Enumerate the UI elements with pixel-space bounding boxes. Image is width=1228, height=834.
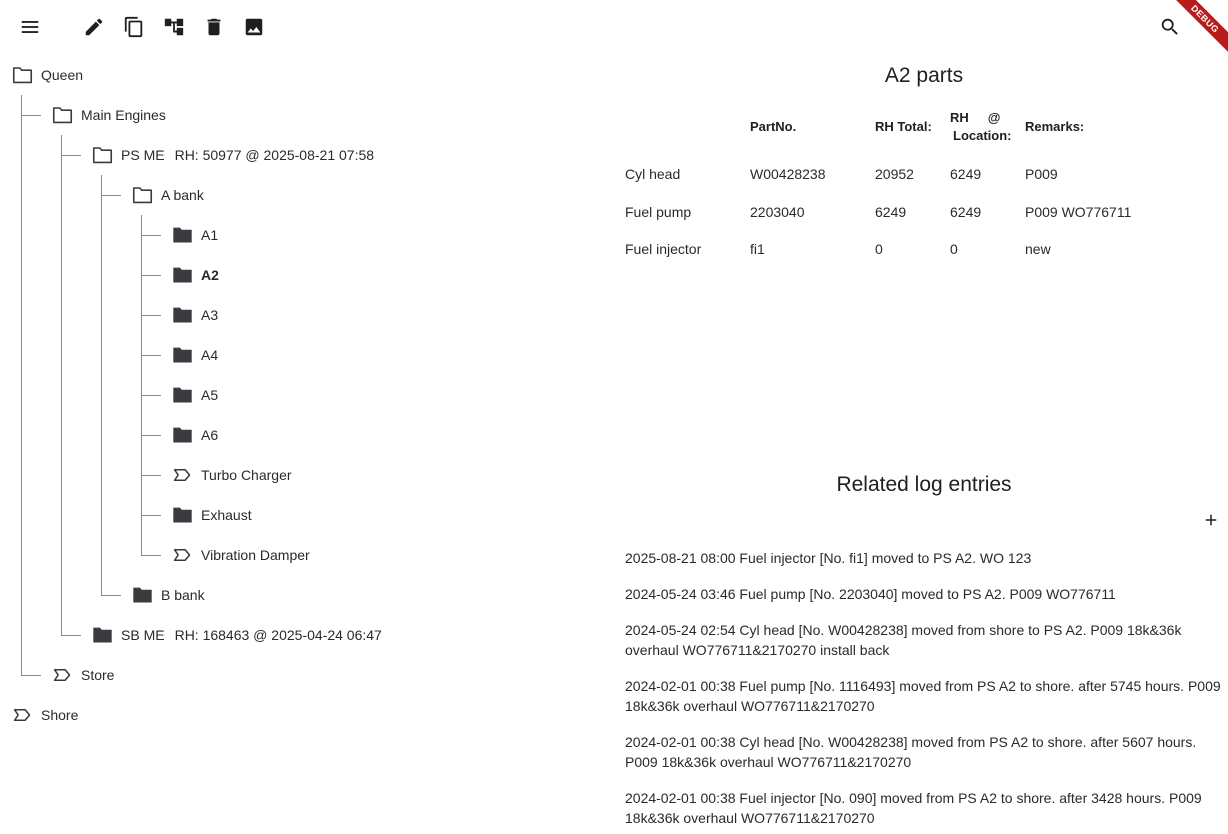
- rh-total: 20952: [875, 166, 914, 182]
- label-icon: [171, 465, 193, 485]
- tree-node-b-bank[interactable]: B bank: [131, 583, 205, 607]
- folder-icon: [171, 305, 193, 325]
- search-icon: [1161, 18, 1178, 35]
- parts-title: A2 parts: [884, 64, 964, 87]
- rh-location: 0: [950, 241, 958, 257]
- part-name: Cyl head: [625, 166, 681, 182]
- folder-open-icon: [91, 145, 113, 165]
- folder-icon: [171, 505, 193, 525]
- tree-node-a6[interactable]: A6: [171, 423, 218, 447]
- remarks: P009: [1025, 166, 1058, 182]
- tree-node-label: A bank: [161, 187, 204, 203]
- folder-icon: [171, 265, 193, 285]
- tree-node-a-bank[interactable]: A bank: [131, 183, 204, 207]
- log-entry[interactable]: 2024-02-01 00:38 Cyl head [No. W00428238…: [625, 732, 1225, 772]
- part-number: W00428238: [750, 166, 826, 182]
- remarks: new: [1025, 241, 1051, 257]
- tree-node-a2-selected[interactable]: A2: [171, 263, 219, 287]
- column-header-rh-total: RH Total:: [875, 119, 932, 134]
- search-button[interactable]: [1157, 14, 1183, 40]
- rh-total: 0: [875, 241, 883, 257]
- tree-node-label: PS ME: [121, 147, 165, 163]
- tree-node-a3[interactable]: A3: [171, 303, 218, 327]
- delete-icon: [207, 18, 221, 36]
- folder-icon: [171, 385, 193, 405]
- rh-location: 6249: [950, 166, 982, 182]
- label-icon: [171, 545, 193, 565]
- folder-open-icon: [131, 185, 153, 205]
- folder-open-icon: [51, 105, 73, 125]
- folder-icon: [131, 585, 153, 605]
- add-icon: [1205, 514, 1217, 526]
- tree-node-shore[interactable]: Shore: [11, 703, 78, 727]
- tree-node-label: B bank: [161, 587, 205, 603]
- column-header-remarks: Remarks:: [1025, 119, 1085, 134]
- tree-node-a1[interactable]: A1: [171, 223, 218, 247]
- tree-node-label: Main Engines: [81, 107, 166, 123]
- tree-node-turbo-charger[interactable]: Turbo Charger: [171, 463, 292, 487]
- column-header-rh-location: RH @ Location:: [950, 110, 1012, 143]
- tree-node-exhaust[interactable]: Exhaust: [171, 503, 252, 527]
- rh-location: 6249: [950, 204, 982, 220]
- move-hierarchy-button[interactable]: [161, 14, 187, 40]
- folder-icon: [171, 225, 193, 245]
- delete-button[interactable]: [201, 14, 227, 40]
- folder-icon: [91, 625, 113, 645]
- label-icon: [51, 665, 73, 685]
- remarks: P009 WO776711: [1025, 204, 1132, 220]
- add-log-entry-button[interactable]: [1200, 509, 1222, 531]
- log-entry[interactable]: 2024-05-24 03:46 Fuel pump [No. 2203040]…: [625, 584, 1225, 604]
- tree-node-label: Shore: [41, 707, 79, 723]
- tree-node-a4[interactable]: A4: [171, 343, 218, 367]
- tree-node-queen[interactable]: Queen: [11, 63, 83, 87]
- menu-icon: [21, 21, 39, 33]
- log-entry[interactable]: 2024-02-01 00:38 Fuel pump [No. 1116493]…: [625, 676, 1225, 716]
- tree-node-a5[interactable]: A5: [171, 383, 218, 407]
- tree-node-label: A3: [201, 307, 219, 323]
- hierarchy-icon: [164, 18, 184, 36]
- part-number: fi1: [750, 241, 765, 257]
- part-number: 2203040: [750, 204, 805, 220]
- image-button[interactable]: [241, 14, 267, 40]
- edit-button[interactable]: [81, 14, 107, 40]
- part-name: Fuel injector: [625, 241, 702, 257]
- column-header-partno: PartNo.: [750, 119, 797, 134]
- label-icon: [11, 705, 33, 725]
- tree-node-store[interactable]: Store: [51, 663, 114, 687]
- tree-node-label: Turbo Charger: [201, 467, 292, 483]
- part-name: Fuel pump: [625, 204, 692, 220]
- tree-node-label: A5: [201, 387, 219, 403]
- log-entry[interactable]: 2024-02-01 00:38 Fuel injector [No. 090]…: [625, 788, 1225, 828]
- copy-button[interactable]: [121, 14, 147, 40]
- tree-node-ps-me[interactable]: PS ME RH: 50977 @ 2025-08-21 07:58: [91, 143, 374, 167]
- tree-node-label: A6: [201, 427, 219, 443]
- folder-open-icon: [11, 65, 33, 85]
- tree-node-vibration-damper[interactable]: Vibration Damper: [171, 543, 310, 567]
- tree-node-label: SB ME: [121, 627, 165, 643]
- log-entry[interactable]: 2025-08-21 08:00 Fuel injector [No. fi1]…: [625, 548, 1225, 568]
- tree-node-label: A4: [201, 347, 219, 363]
- tree-node-label: Queen: [41, 67, 84, 83]
- running-hours-label: RH: 168463 @ 2025-04-24 06:47: [174, 627, 382, 643]
- running-hours-label: RH: 50977 @ 2025-08-21 07:58: [174, 147, 375, 163]
- edit-icon: [85, 18, 103, 36]
- tree-node-sb-me[interactable]: SB ME RH: 168463 @ 2025-04-24 06:47: [91, 623, 382, 647]
- menu-button[interactable]: [17, 14, 43, 40]
- image-icon: [245, 18, 263, 36]
- folder-icon: [171, 345, 193, 365]
- copy-icon: [124, 16, 143, 38]
- log-title: Related log entries: [836, 473, 1012, 496]
- rh-total: 6249: [875, 204, 907, 220]
- tree-node-main-engines[interactable]: Main Engines: [51, 103, 166, 127]
- tree-node-label: A1: [201, 227, 219, 243]
- tree-node-label: Store: [81, 667, 115, 683]
- log-entry[interactable]: 2024-05-24 02:54 Cyl head [No. W00428238…: [625, 620, 1225, 660]
- folder-icon: [171, 425, 193, 445]
- tree-node-label: Exhaust: [201, 507, 252, 523]
- tree-node-label: A2: [201, 267, 219, 283]
- tree-node-label: Vibration Damper: [201, 547, 310, 563]
